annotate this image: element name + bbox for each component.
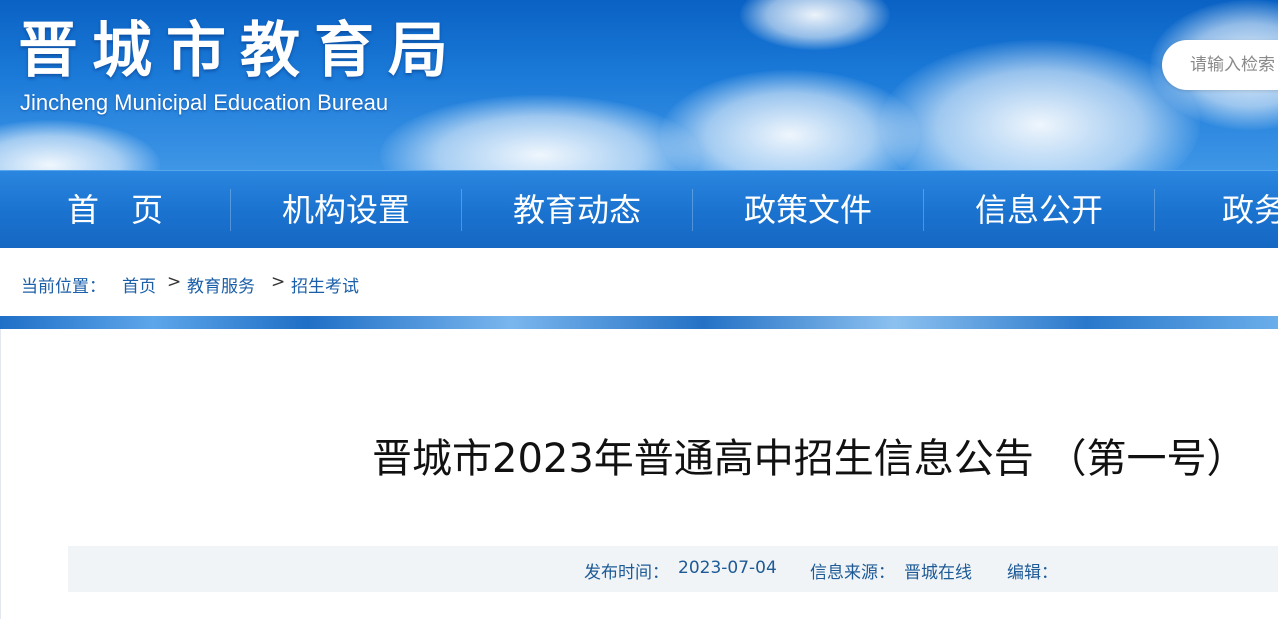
site-title: 晋城市教育局 [18,16,462,86]
nav-item-services[interactable]: 政务服 [1155,171,1278,249]
breadcrumb-link-home[interactable]: 首页 [122,272,156,297]
search-input[interactable] [1188,54,1278,76]
nav-item-policy[interactable]: 政策文件 [693,171,923,249]
nav-item-news[interactable]: 教育动态 [462,171,692,249]
nav-item-disclosure[interactable]: 信息公开 [924,171,1154,249]
nav-item-organization[interactable]: 机构设置 [231,171,461,249]
publish-label: 发布时间： [584,563,669,583]
breadcrumb-separator: > [271,272,286,292]
nav-item-home[interactable]: 首 页 [0,171,230,249]
breadcrumb: 当前位置： 首页 > 教育服务 > 招生考试 [0,248,1278,316]
breadcrumb-link-education-services[interactable]: 教育服务 [187,272,255,297]
decorative-stripe [0,316,1278,329]
main-nav: 首 页 机构设置 教育动态 政策文件 信息公开 政务服 [0,170,1278,248]
source-label: 信息来源： [810,563,895,583]
source-value: 晋城在线 [904,563,972,583]
breadcrumb-separator: > [167,272,182,292]
article-title: 晋城市2023年普通高中招生信息公告 （第一号） [372,436,1247,482]
search-box[interactable] [1162,40,1278,90]
breadcrumb-label: 当前位置： [21,277,106,297]
editor-label: 编辑： [1007,563,1058,583]
site-banner: 晋城市教育局 Jincheng Municipal Education Bure… [0,0,1278,170]
cloud-decoration [380,95,700,170]
site-subtitle: Jincheng Municipal Education Bureau [20,90,389,115]
breadcrumb-link-admissions[interactable]: 招生考试 [291,272,359,297]
cloud-decoration [740,0,890,50]
cloud-decoration [0,120,160,170]
article-meta: 发布时间： 2023-07-04 信息来源： 晋城在线 编辑： [68,546,1278,592]
publish-date: 2023-07-04 [678,558,777,578]
